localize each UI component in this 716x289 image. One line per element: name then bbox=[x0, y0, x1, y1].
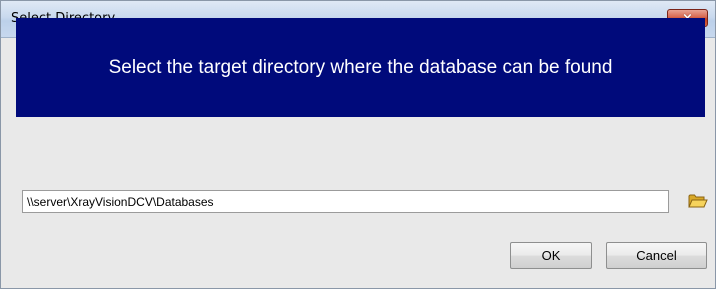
ok-button[interactable]: OK bbox=[510, 242, 592, 269]
browse-folder-button[interactable] bbox=[687, 190, 709, 212]
cancel-button[interactable]: Cancel bbox=[606, 242, 707, 269]
directory-path-input[interactable] bbox=[22, 190, 669, 213]
instruction-banner: Select the target directory where the da… bbox=[16, 18, 705, 117]
instruction-text: Select the target directory where the da… bbox=[108, 56, 613, 78]
select-directory-dialog: Select Directory × Select the target dir… bbox=[0, 0, 716, 289]
folder-icon bbox=[688, 194, 708, 208]
